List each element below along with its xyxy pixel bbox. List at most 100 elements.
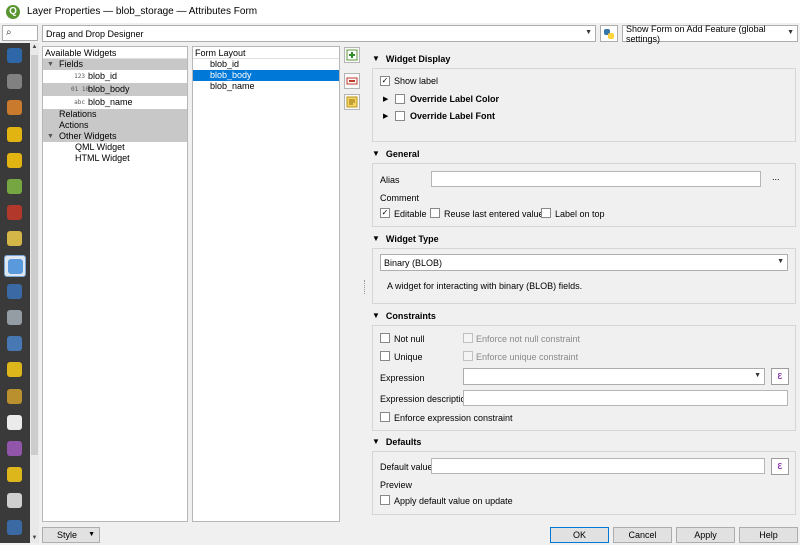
field-type-icon: abc: [74, 98, 85, 106]
tree-item-relations[interactable]: Relations: [43, 109, 187, 120]
reuse-value-checkbox[interactable]: [430, 208, 440, 218]
scrollbar-thumb[interactable]: [31, 55, 38, 455]
legend-icon[interactable]: [4, 517, 26, 539]
attributes-form-icon[interactable]: [4, 254, 26, 277]
apply-button[interactable]: Apply: [676, 527, 735, 543]
source-icon[interactable]: [4, 71, 26, 93]
preview-label: Preview: [380, 480, 413, 490]
tree-item-other-widgets[interactable]: ▼ Other Widgets: [43, 131, 187, 142]
3d-view-icon[interactable]: [4, 176, 26, 198]
style-label: Style: [57, 530, 78, 540]
layout-item-blob_id[interactable]: blob_id: [193, 59, 339, 70]
expression-description-field[interactable]: [463, 390, 788, 406]
widget-type-section-header[interactable]: ▼ Widget Type: [372, 232, 439, 246]
label-on-top-text: Label on top: [555, 209, 605, 219]
override-label-font-checkbox[interactable]: [395, 111, 405, 121]
expression-builder-button[interactable]: ε: [771, 368, 789, 385]
fields-label: Fields: [59, 59, 84, 69]
add-container-button[interactable]: [344, 47, 360, 63]
collapse-arrow-icon: ▼: [372, 437, 380, 446]
variables-icon-glyph: [7, 441, 22, 456]
legend-icon-glyph: [7, 519, 22, 535]
fields-icon[interactable]: [4, 228, 26, 250]
temporal-icon[interactable]: [4, 412, 26, 434]
layout-item-blob_name[interactable]: blob_name: [193, 81, 339, 92]
3d-view-icon-glyph: [7, 179, 22, 194]
designer-mode-select[interactable]: Drag and Drop Designer ▼: [42, 25, 596, 42]
override-label-color-checkbox[interactable]: [395, 94, 405, 104]
search-input[interactable]: ⌕: [2, 25, 38, 41]
widget-type-value: Binary (BLOB): [384, 257, 443, 268]
expression-description-label: Expression description: [380, 394, 471, 404]
actions-icon[interactable]: [4, 333, 26, 355]
rendering-icon[interactable]: [4, 386, 26, 408]
enforce-unique-text: Enforce unique constraint: [476, 352, 579, 362]
add-container-icon: [346, 49, 358, 61]
mask-icon[interactable]: [4, 150, 26, 172]
python-init-button[interactable]: [600, 25, 618, 42]
expand-arrow-icon[interactable]: ▼: [47, 131, 54, 142]
dependencies-icon[interactable]: [4, 490, 26, 512]
edit-item-button[interactable]: [344, 94, 360, 110]
show-form-select[interactable]: Show Form on Add Feature (global setting…: [622, 24, 798, 44]
expression-input[interactable]: ▼: [463, 368, 765, 385]
default-expression-button[interactable]: ε: [771, 458, 789, 475]
chevron-down-icon: ▼: [585, 29, 592, 36]
show-label-text: Show label: [394, 76, 439, 86]
widget-type-select[interactable]: Binary (BLOB) ▼: [380, 254, 788, 271]
information-icon[interactable]: [4, 45, 26, 67]
apply-on-update-checkbox[interactable]: [380, 495, 390, 505]
editable-checkbox[interactable]: ✓: [380, 208, 390, 218]
expression-label: Expression: [380, 373, 425, 383]
tree-item-fields[interactable]: ▼ Fields: [43, 59, 187, 70]
enforce-expression-checkbox[interactable]: [380, 412, 390, 422]
metadata-icon-glyph: [7, 467, 22, 483]
tree-item-actions[interactable]: Actions: [43, 120, 187, 131]
scroll-up-icon[interactable]: ▲: [30, 43, 39, 52]
variables-icon[interactable]: [4, 438, 26, 460]
field-item-blob_name[interactable]: abc blob_name: [43, 96, 187, 109]
default-value-field[interactable]: [431, 458, 765, 474]
widget-display-section-header[interactable]: ▼ Widget Display: [372, 52, 450, 66]
remove-item-button[interactable]: [344, 73, 360, 89]
defaults-section-header[interactable]: ▼ Defaults: [372, 435, 421, 449]
ok-button[interactable]: OK: [550, 527, 609, 543]
alias-field[interactable]: [431, 171, 761, 187]
other-widget-item[interactable]: HTML Widget: [43, 153, 187, 164]
constraints-section-header[interactable]: ▼ Constraints: [372, 309, 436, 323]
joins-icon[interactable]: [4, 281, 26, 303]
unique-text: Unique: [394, 352, 423, 362]
form-layout-header: Form Layout: [193, 47, 339, 59]
label-on-top-checkbox[interactable]: [541, 208, 551, 218]
diagrams-icon[interactable]: [4, 202, 26, 224]
field-item-blob_id[interactable]: 123 blob_id: [43, 70, 187, 83]
field-item-blob_body[interactable]: 01 10blob_body: [43, 83, 187, 96]
style-menu-button[interactable]: Style ▼: [42, 527, 100, 543]
enforce-unique-checkbox[interactable]: [463, 351, 473, 361]
show-label-checkbox[interactable]: ✓: [380, 76, 390, 86]
general-section-header[interactable]: ▼ General: [372, 147, 419, 161]
splitter-handle[interactable]: [364, 280, 367, 294]
widget-display-title: Widget Display: [385, 54, 451, 64]
labels-icon[interactable]: [4, 124, 26, 146]
collapse-arrow-icon: ▼: [372, 54, 380, 63]
auxiliary-storage-icon[interactable]: [4, 307, 26, 329]
layout-item-blob_body[interactable]: blob_body: [193, 70, 339, 81]
expand-arrow-icon[interactable]: ▶: [383, 112, 388, 120]
edit-icon: [346, 96, 358, 108]
expand-arrow-icon[interactable]: ▼: [47, 59, 54, 70]
display-icon[interactable]: [4, 359, 26, 381]
unique-checkbox[interactable]: [380, 351, 390, 361]
scroll-down-icon[interactable]: ▼: [30, 534, 39, 543]
metadata-icon[interactable]: [4, 464, 26, 486]
enforce-not-null-checkbox[interactable]: [463, 333, 473, 343]
expand-arrow-icon[interactable]: ▶: [383, 95, 388, 103]
symbology-icon[interactable]: [4, 97, 26, 119]
mask-icon-glyph: [7, 152, 22, 168]
help-button[interactable]: Help: [739, 527, 798, 543]
not-null-checkbox[interactable]: [380, 333, 390, 343]
other-widget-item[interactable]: QML Widget: [43, 142, 187, 153]
cancel-button[interactable]: Cancel: [613, 527, 672, 543]
more-button[interactable]: ...: [772, 172, 780, 182]
alias-label: Alias: [380, 175, 400, 185]
